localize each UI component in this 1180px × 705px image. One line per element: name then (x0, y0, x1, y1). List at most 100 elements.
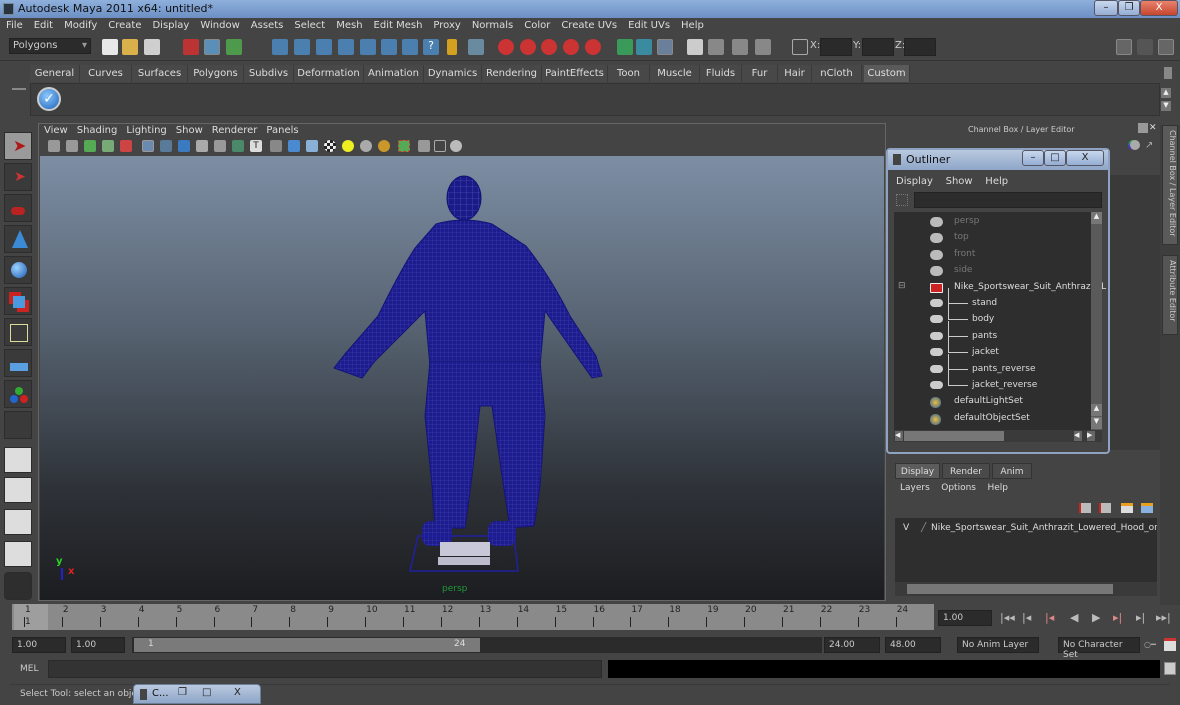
snap-to-grid-icon[interactable] (498, 39, 514, 55)
step-back-key-button[interactable]: |◂ (1045, 611, 1054, 624)
collapse-toggle-icon[interactable]: ⊟ (898, 281, 906, 291)
last-tool-slot[interactable] (4, 411, 32, 439)
new-scene-icon[interactable] (102, 39, 118, 55)
range-slider-bar[interactable]: 1 24 (134, 638, 480, 652)
shelf-tab-ncloth[interactable]: nCloth (812, 65, 862, 82)
x-field[interactable] (820, 38, 852, 56)
bookmarks-icon[interactable] (84, 140, 96, 152)
outliner-menu-display[interactable]: Display (896, 176, 933, 187)
xray-icon[interactable] (196, 140, 208, 152)
viewport-menu-view[interactable]: View (44, 125, 68, 136)
step-forward-key-button[interactable]: ▸| (1113, 611, 1122, 624)
playback-start-field[interactable]: 1.00 (71, 637, 125, 653)
filter-options-icon[interactable] (896, 194, 908, 206)
snap-to-curve-icon[interactable] (520, 39, 536, 55)
viewport-menu-panels[interactable]: Panels (266, 125, 298, 136)
open-scene-icon[interactable] (122, 39, 138, 55)
float-panel-icon[interactable] (1138, 123, 1148, 133)
viewport-menu-renderer[interactable]: Renderer (212, 125, 258, 136)
select-by-handle-icon[interactable] (272, 39, 288, 55)
checkmark-shelf-button-icon[interactable]: ✓ (37, 87, 61, 111)
select-hierarchy-icon[interactable] (183, 39, 199, 55)
menu-assets[interactable]: Assets (245, 18, 289, 31)
channel-info-icon[interactable] (1130, 140, 1140, 150)
outliner-item[interactable]: ⊟ Nike_Sportswear_Suit_Anthrazit_L (894, 280, 1106, 296)
move-tool-icon[interactable] (4, 225, 32, 253)
shelf-tab-fluids[interactable]: Fluids (700, 65, 742, 82)
output-history-icon[interactable] (636, 39, 652, 55)
paint-select-tool-icon[interactable] (4, 194, 32, 222)
menu-edit-mesh[interactable]: Edit Mesh (368, 18, 428, 31)
character-set-dropdown[interactable]: No Character Set (1058, 637, 1140, 660)
grid-toggle-icon[interactable] (120, 140, 132, 152)
select-component-icon[interactable] (226, 39, 242, 55)
shelf-tab-surfaces[interactable]: Surfaces (132, 65, 188, 82)
select-by-dynamic-icon[interactable] (381, 39, 397, 55)
shelf-tab-fur[interactable]: Fur (742, 65, 778, 82)
layer-menu-help[interactable]: Help (987, 483, 1008, 493)
close-button[interactable]: X (1140, 0, 1178, 16)
start-time-field[interactable]: 1.00 (12, 637, 66, 653)
render-settings-icon[interactable] (755, 39, 771, 55)
time-slider[interactable]: 1 1 2 3 4 5 6 7 8 9 10 11 12 13 14 15 16 17 18 19 20 21 22 23 2… (12, 604, 934, 630)
new-layer-selected-icon[interactable] (1099, 503, 1111, 513)
single-perspective-layout-icon[interactable] (4, 447, 32, 473)
default-light-icon[interactable] (342, 140, 354, 152)
persp-outliner-layout-icon[interactable] (4, 509, 32, 535)
snap-to-point-icon[interactable] (541, 39, 557, 55)
resolution-gate-icon[interactable] (398, 140, 410, 152)
outliner-item[interactable]: top (894, 230, 1094, 246)
shelf-tab-muscle[interactable]: Muscle (650, 65, 700, 82)
default-quality-icon[interactable] (288, 140, 300, 152)
outliner-item[interactable]: pants_reverse (894, 353, 1094, 378)
layer-menu-layers[interactable]: Layers (900, 483, 930, 493)
layer-horizontal-scrollbar[interactable] (895, 582, 1157, 596)
outliner-item[interactable]: jacket_reverse (894, 370, 1094, 394)
side-tab-channel-box[interactable]: Channel Box / Layer Editor (1162, 125, 1178, 245)
restore-button[interactable]: ❐ (1118, 0, 1140, 16)
checker-icon[interactable] (324, 140, 336, 152)
move-up-layer-icon[interactable] (1121, 503, 1133, 513)
key-icon[interactable]: ○━ (1144, 640, 1156, 649)
camera-gate-icon[interactable] (418, 140, 430, 152)
menu-normals[interactable]: Normals (466, 18, 518, 31)
hud-icon[interactable]: T (250, 140, 262, 152)
snap-to-view-plane-icon[interactable] (563, 39, 579, 55)
menu-proxy[interactable]: Proxy (427, 18, 465, 31)
rotate-tool-icon[interactable] (4, 256, 32, 284)
shelf-menu-icon[interactable] (12, 88, 26, 110)
step-back-frame-button[interactable]: |◂ (1022, 611, 1031, 624)
viewport-menu-lighting[interactable]: Lighting (126, 125, 166, 136)
play-backwards-button[interactable]: ◀ (1070, 611, 1078, 624)
current-time-field[interactable]: 1.00 (938, 610, 992, 626)
use-lights-icon[interactable] (232, 140, 244, 152)
shelf-tab-painteffects[interactable]: PaintEffects (542, 65, 608, 82)
shadows-icon[interactable] (378, 140, 390, 152)
shelf-tab-deformation[interactable]: Deformation (294, 65, 364, 82)
lasso-tool-icon[interactable]: ➤ (4, 163, 32, 191)
menu-help[interactable]: Help (675, 18, 709, 31)
outliner-item[interactable]: stand (894, 288, 1094, 312)
menu-modify[interactable]: Modify (58, 18, 102, 31)
shelf-tab-rendering[interactable]: Rendering (482, 65, 542, 82)
trash-icon[interactable] (1164, 67, 1172, 79)
layer-tab-anim[interactable]: Anim (992, 463, 1032, 479)
command-language-label[interactable]: MEL (20, 664, 38, 674)
outliner-close-button[interactable]: X (1066, 150, 1104, 166)
layer-type-toggle[interactable]: ╱ (921, 523, 926, 533)
outliner-filter-input[interactable] (914, 192, 1102, 208)
minimized-maximize-button[interactable]: □ (202, 687, 211, 698)
layer-tab-render[interactable]: Render (942, 463, 990, 479)
select-object-icon[interactable] (204, 39, 220, 55)
layer-tab-display[interactable]: Display (895, 463, 940, 479)
side-tab-attribute-editor[interactable]: Attribute Editor (1162, 255, 1178, 335)
outliner-item[interactable]: defaultObjectSet (894, 411, 1094, 427)
menu-set-dropdown[interactable]: Polygons ▾ (9, 38, 91, 54)
menu-create[interactable]: Create (102, 18, 146, 31)
wireframe-icon[interactable] (142, 140, 154, 152)
menu-select[interactable]: Select (288, 18, 330, 31)
go-to-start-button[interactable]: |◂◂ (1000, 611, 1015, 624)
transform-mode-icon[interactable] (792, 39, 808, 55)
safe-action-icon[interactable] (434, 140, 446, 152)
outliner-item[interactable]: jacket (894, 337, 1094, 361)
